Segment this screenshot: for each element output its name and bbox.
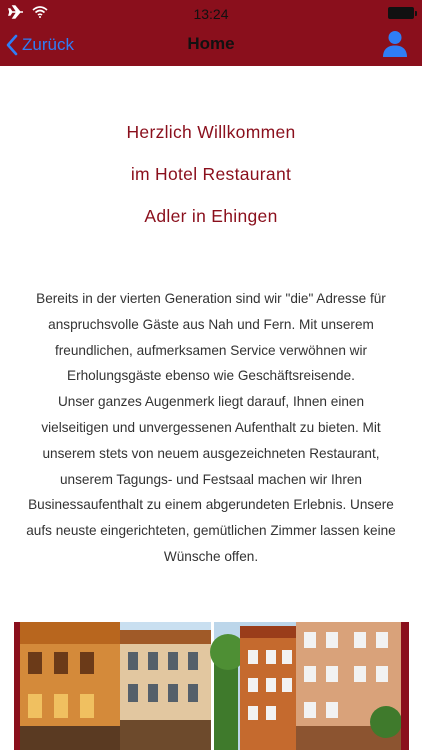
page-title: Home bbox=[187, 34, 235, 53]
person-icon bbox=[383, 31, 407, 57]
intro-line: Erholungsgäste ebenso wie Geschäftsreise… bbox=[67, 368, 355, 384]
intro-line: unserem stets von neuem ausgezeichneten … bbox=[42, 445, 380, 461]
intro-line: aufs neuste eingerichteten, gemütlichen … bbox=[26, 523, 396, 539]
intro-line: Unser ganzes Augenmerk liegt darauf, Ihn… bbox=[57, 394, 365, 410]
intro-line: unserem Tagungs- und Festsaal machen wir… bbox=[60, 471, 362, 487]
welcome-heading: Herzlich Willkommen im Hotel Restaurant … bbox=[0, 118, 422, 244]
intro-line: Businessaufenthalt zu einem abgerundeten… bbox=[28, 497, 394, 513]
welcome-line-1: Herzlich Willkommen bbox=[126, 122, 296, 142]
profile-button[interactable] bbox=[382, 30, 408, 58]
welcome-line-2: im Hotel Restaurant bbox=[130, 164, 292, 184]
intro-line: vielseitigen und unvergessenen Aufenthal… bbox=[41, 419, 381, 435]
navigation-bar: Zurück Home bbox=[0, 26, 422, 66]
intro-line: freundlichen, aufmerksamen Service verwö… bbox=[54, 342, 368, 358]
welcome-line-3: Adler in Ehingen bbox=[144, 206, 278, 226]
status-bar: 13:24 bbox=[0, 0, 422, 26]
intro-line: Wünsche offen. bbox=[163, 548, 259, 564]
app-header: 13:24 Zurück Home bbox=[0, 0, 422, 66]
intro-line: Bereits in der vierten Generation sind w… bbox=[36, 291, 386, 306]
hotel-photo bbox=[14, 622, 409, 750]
battery-icon bbox=[388, 7, 417, 19]
intro-text: Bereits in der vierten Generation sind w… bbox=[10, 286, 412, 570]
intro-line: anspruchsvolle Gäste aus Nah und Fern. M… bbox=[48, 316, 374, 332]
status-time: 13:24 bbox=[193, 6, 229, 22]
